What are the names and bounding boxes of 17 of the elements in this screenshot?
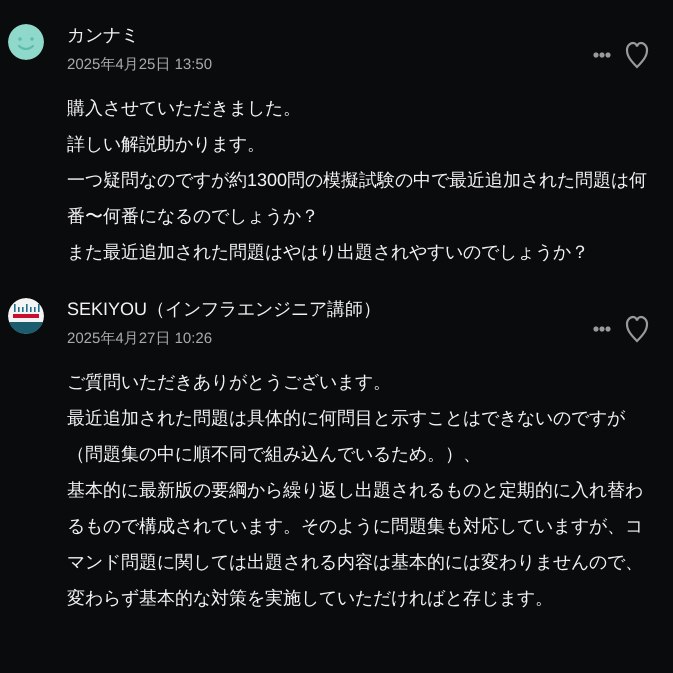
comment-text: 購入させていただきました。 xyxy=(67,97,302,120)
comment-text: 一つ疑問なのですが約1300問の模擬試験の中で最近追加された問題は何番〜何番になるのでしょうか？ xyxy=(67,169,648,228)
author-name: カンナミ xyxy=(67,24,140,47)
comment-text: 詳しい解説助かります。 xyxy=(67,133,266,156)
more-icon[interactable] xyxy=(593,52,611,58)
avatar-icon xyxy=(8,298,44,334)
comment-text: 最近追加された問題は具体的に何問目と示すことはできないのですが（問題集の中に順不同で組み込んでいるため。）、 xyxy=(67,407,626,466)
heart-icon[interactable] xyxy=(625,315,649,343)
comment-text: 基本的に最新版の要綱から繰り返し出題されるものと定期的に入れ替わるもので構成されています。そのように問題集も対応していますが、コマンド問題に関しては出題される内容は基本的には変わりませんので、変わらず基本的な対策を実施していただければと存じます。 xyxy=(67,479,644,610)
comment-date: 2025年4月27日 10:26 xyxy=(67,329,214,349)
comment-text: ご質問いただきありがとうございます。 xyxy=(67,371,392,394)
author-name: SEKIYOU（インフラエンジニア講師） xyxy=(67,298,382,321)
avatar-icon xyxy=(8,24,44,60)
more-icon[interactable] xyxy=(593,326,611,332)
heart-icon[interactable] xyxy=(625,41,649,69)
comment-date: 2025年4月25日 13:50 xyxy=(67,55,214,75)
comment-text: また最近追加された問題はやはり出題されやすいのでしょうか？ xyxy=(67,241,590,264)
